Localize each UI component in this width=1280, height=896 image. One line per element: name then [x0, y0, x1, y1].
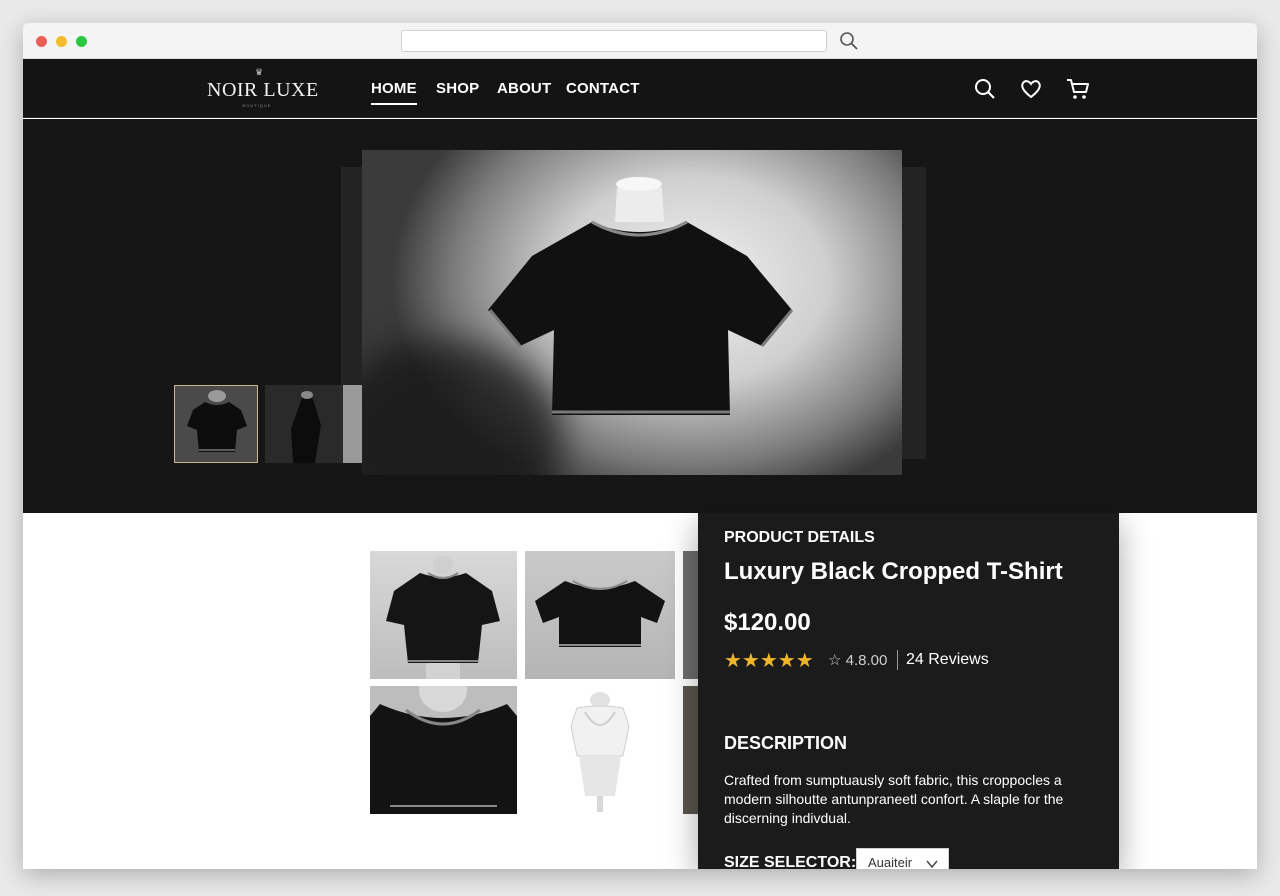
size-dropdown[interactable]: Auaiteir [856, 848, 949, 869]
address-bar[interactable] [401, 30, 827, 52]
brand-subtitle: BOUTIQUE [242, 103, 272, 108]
reviews-link[interactable]: 24 Reviews [906, 651, 989, 669]
product-details-panel: PRODUCT DETAILS Luxury Black Cropped T-S… [698, 513, 1119, 869]
minimize-window-button[interactable] [56, 36, 67, 47]
cropped-tshirt-flat-photo [535, 580, 665, 647]
heart-icon[interactable] [1018, 77, 1044, 101]
tshirt-closeup-photo [370, 686, 517, 814]
product-title: Luxury Black Cropped T-Shirt [724, 558, 1063, 585]
gallery-image-2[interactable] [525, 551, 675, 679]
main-product-image[interactable] [362, 150, 902, 475]
maximize-window-button[interactable] [76, 36, 87, 47]
product-price: $120.00 [724, 609, 811, 636]
brand-logo[interactable]: ♛ NOIR LUXE BOUTIQUE [207, 67, 319, 108]
white-crop-top-photo [570, 692, 630, 812]
crown-icon: ♛ [255, 67, 264, 77]
rating-divider [897, 650, 898, 670]
product-description: Crafted from sumptuausly soft fabric, th… [724, 772, 1064, 826]
nav-contact[interactable]: CONTACT [566, 80, 640, 97]
nav-about[interactable]: ABOUT [497, 80, 551, 97]
model-front-photo [386, 556, 500, 679]
tshirt-side-thumbnail [265, 385, 349, 463]
rating-value: ☆ 4.8.00 [828, 652, 888, 669]
search-icon[interactable] [839, 31, 859, 51]
tshirt-front-thumbnail [175, 386, 257, 462]
thumbnail-1[interactable] [174, 385, 258, 463]
gallery-image-3[interactable] [370, 686, 517, 814]
gallery-image-1[interactable] [370, 551, 517, 679]
search-icon[interactable] [972, 77, 998, 101]
browser-window: ♛ NOIR LUXE BOUTIQUE HOME SHOP ABOUT CON… [23, 23, 1257, 869]
hero-section [23, 119, 1257, 513]
description-heading: DESCRIPTION [724, 733, 848, 753]
size-selector-label: SIZE SELECTOR: [724, 854, 857, 869]
size-dropdown-value: Auaiteir [868, 855, 913, 869]
thumbnail-2[interactable] [265, 385, 349, 463]
thumbnail-3[interactable] [343, 385, 362, 463]
section-kicker: PRODUCT DETAILS [724, 529, 875, 546]
gallery-image-4[interactable] [525, 686, 675, 814]
nav-home[interactable]: HOME [371, 80, 417, 105]
close-window-button[interactable] [36, 36, 47, 47]
star-rating: ★★★★★ [724, 650, 814, 672]
nav-shop[interactable]: SHOP [436, 80, 479, 97]
brand-name: NOIR LUXE [207, 79, 319, 101]
browser-chrome [23, 23, 1257, 59]
site-header: ♛ NOIR LUXE BOUTIQUE HOME SHOP ABOUT CON… [23, 59, 1257, 118]
tshirt-illustration [488, 177, 794, 415]
chevron-down-icon [926, 860, 938, 869]
cart-icon[interactable] [1065, 77, 1091, 101]
